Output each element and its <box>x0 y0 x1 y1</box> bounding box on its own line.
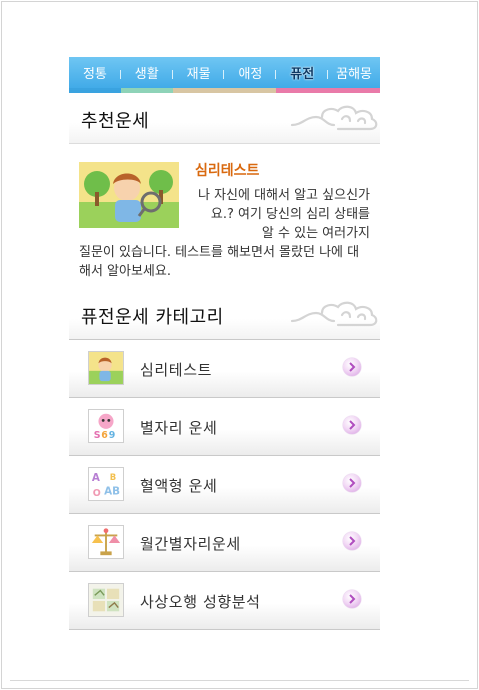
svg-text:O: O <box>93 488 101 499</box>
arrow-right-icon[interactable] <box>343 474 361 492</box>
arrow-right-icon[interactable] <box>343 590 361 608</box>
svg-text:B: B <box>110 472 116 482</box>
tab-label: 정통 <box>82 67 107 82</box>
svg-text:6: 6 <box>101 430 108 441</box>
svg-text:9: 9 <box>109 430 116 441</box>
tab-label: 생활 <box>134 67 159 82</box>
list-item-five-elements[interactable]: 사상오행 성향분석 <box>69 572 380 630</box>
list-item-monthly-zodiac[interactable]: 월간별자리운세 <box>69 514 380 572</box>
list-item-label: 심리테스트 <box>140 361 213 379</box>
libra-scale-icon <box>88 525 124 559</box>
category-tab-bar: 정통 생활 재물 애정 퓨전 꿈해몽 <box>69 57 380 93</box>
recommend-heading: 추천운세 <box>81 111 150 132</box>
category-list: 심리테스트 S 6 9 별자리 운세 A AB O B 혈액형 운세 월간별자리… <box>69 340 380 630</box>
bottom-divider <box>10 680 469 681</box>
list-item-label: 혈액형 운세 <box>140 477 218 495</box>
mobile-page: 정통 생활 재물 애정 퓨전 꿈해몽 추천운세 심리테스트 나 자신에 대해서 … <box>69 57 380 630</box>
svg-text:AB: AB <box>104 485 120 497</box>
tab-label: 꿈해몽 <box>336 67 372 82</box>
svg-text:A: A <box>92 472 100 484</box>
list-item-blood-type[interactable]: A AB O B 혈액형 운세 <box>69 456 380 514</box>
psych-test-thumbnail <box>79 162 179 228</box>
list-item-label: 사상오행 성향분석 <box>140 593 261 611</box>
boy-magnifier-icon <box>88 351 124 385</box>
arrow-right-icon[interactable] <box>343 416 361 434</box>
arrow-right-icon[interactable] <box>343 358 361 376</box>
blood-type-icon: A AB O B <box>88 467 124 501</box>
list-item-label: 월간별자리운세 <box>140 535 241 553</box>
cloud-ornament-icon <box>290 105 378 131</box>
tab-label: 퓨전 <box>290 67 315 82</box>
category-header: 퓨전운세 카테고리 <box>69 289 380 340</box>
list-item-label: 별자리 운세 <box>140 419 218 437</box>
zodiac-icon: S 6 9 <box>88 409 124 443</box>
svg-text:S: S <box>94 430 101 441</box>
list-item-zodiac[interactable]: S 6 9 별자리 운세 <box>69 398 380 456</box>
tab-label: 애정 <box>238 67 263 82</box>
cloud-ornament-icon <box>290 301 378 327</box>
tab-label: 재물 <box>186 67 211 82</box>
recommend-description-cont: 질문이 있습니다. 테스트를 해보면서 몰랐던 나에 대해서 알아보세요. <box>79 245 360 279</box>
recommend-header: 추천운세 <box>69 93 380 144</box>
arrow-right-icon[interactable] <box>343 532 361 550</box>
recommend-card[interactable]: 심리테스트 나 자신에 대해서 알고 싶으신가요.? 여기 당신의 심리 상태를… <box>69 144 380 289</box>
category-heading: 퓨전운세 카테고리 <box>81 307 224 328</box>
five-elements-icon <box>88 583 124 617</box>
list-item-psych-test[interactable]: 심리테스트 <box>69 340 380 398</box>
